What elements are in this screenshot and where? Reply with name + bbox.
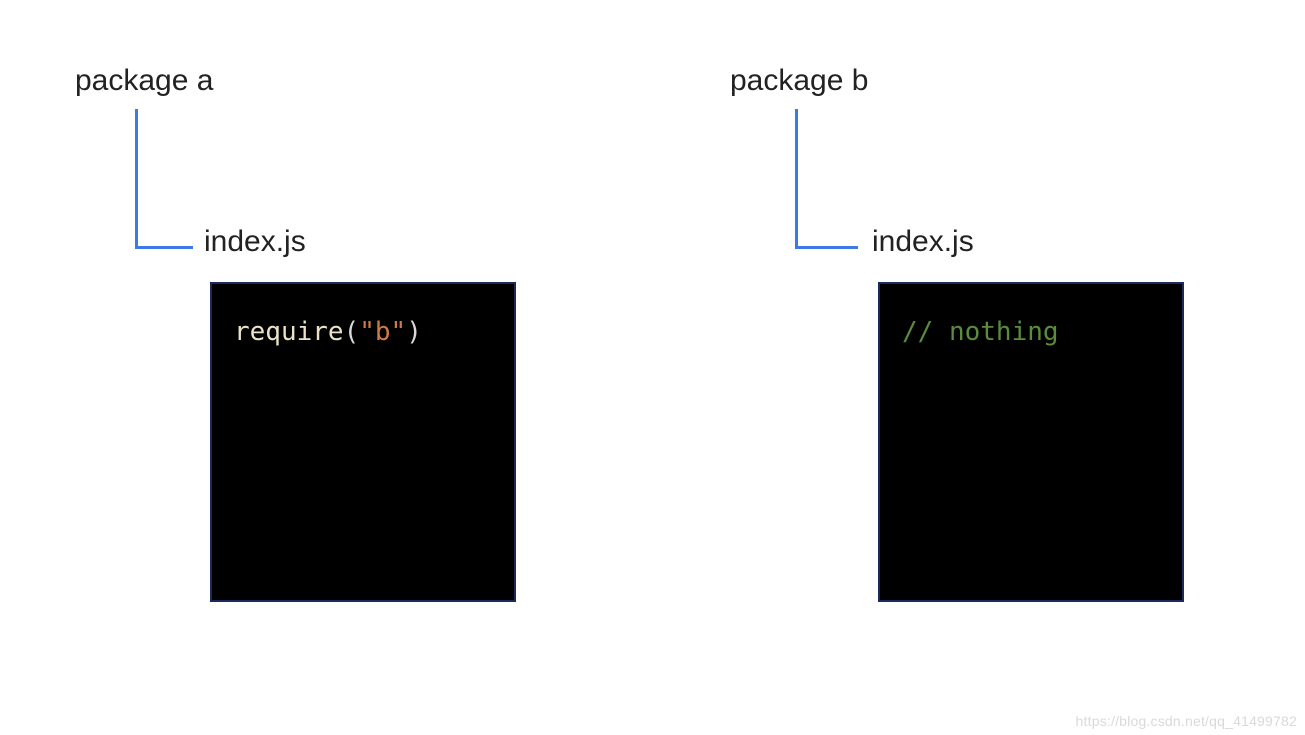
file-label-b: index.js [872,225,974,259]
code-box-a: require("b") [210,282,516,602]
package-a-title: package a [75,64,213,98]
code-token-comment: // nothing [902,317,1059,347]
code-token-rparen: ) [406,317,422,347]
package-b-title: package b [730,64,868,98]
package-b-block: package b [730,64,868,98]
code-token-lparen: ( [344,317,360,347]
code-box-b: // nothing [878,282,1184,602]
connector-elbow-b [795,109,858,249]
code-line-b: // nothing [902,317,1059,347]
package-a-block: package a [75,64,213,98]
watermark-text: https://blog.csdn.net/qq_41499782 [1076,713,1297,729]
code-token-string: "b" [359,317,406,347]
file-label-a: index.js [204,225,306,259]
code-line-a: require("b") [234,317,422,347]
code-token-require: require [234,317,344,347]
diagram-container: package a index.js require("b") package … [0,0,1305,735]
connector-elbow-a [135,109,193,249]
